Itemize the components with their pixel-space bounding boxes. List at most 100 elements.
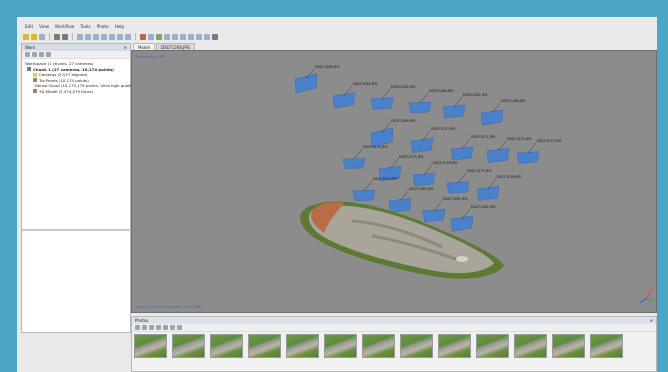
rotate-left-icon[interactable] [149, 325, 154, 330]
remove-photos-icon[interactable] [142, 325, 147, 330]
photo-thumbnail[interactable] [590, 334, 623, 358]
camera-marker[interactable]: DSCF1263.JPG [294, 65, 340, 94]
camera-plane[interactable] [352, 189, 376, 202]
resize-region-icon[interactable] [109, 33, 115, 40]
tree-item-3d-model[interactable]: 3D Model (2,474,579 faces) [25, 89, 130, 95]
camera-marker[interactable]: DSCF1268.JPG [480, 99, 526, 126]
menu-workflow[interactable]: Workflow [55, 23, 74, 31]
wireframe-icon[interactable] [188, 33, 194, 40]
save-icon[interactable] [39, 33, 45, 40]
navigation-icon[interactable] [77, 33, 83, 40]
tab-model[interactable]: Model [133, 43, 156, 50]
photo-thumbnail[interactable] [362, 334, 395, 358]
camera-marker[interactable]: DSCF1282.JPG [450, 205, 496, 232]
camera-plane[interactable] [388, 198, 412, 213]
add-chunk-icon[interactable] [25, 52, 30, 57]
camera-marker[interactable]: DSCF1269.JPG [370, 119, 416, 148]
add-photos-icon[interactable] [32, 52, 37, 57]
enable-camera-icon[interactable] [163, 325, 168, 330]
camera-label: DSCF1275.JPG [399, 155, 424, 159]
point-cloud-icon[interactable] [156, 33, 162, 40]
open-folder-icon[interactable] [31, 33, 37, 40]
camera-marker[interactable]: DSCF1270.JPG [410, 127, 456, 153]
menu-photo[interactable]: Photo [97, 23, 109, 31]
free-form-selection-icon[interactable] [101, 33, 107, 40]
camera-plane[interactable] [370, 97, 394, 110]
disable-camera-icon[interactable] [170, 325, 175, 330]
remove-items-icon[interactable] [39, 52, 44, 57]
photo-thumbnail[interactable] [324, 334, 357, 358]
photo-thumbnail[interactable] [476, 334, 509, 358]
rectangle-selection-icon[interactable] [85, 33, 91, 40]
menu-view[interactable]: View [39, 23, 49, 31]
tab-photo[interactable]: DSCF1266.JPG [156, 43, 195, 50]
photo-thumbnail[interactable] [248, 334, 281, 358]
camera-marker[interactable]: DSCF1280.JPG [388, 187, 434, 213]
move-region-icon[interactable] [117, 33, 123, 40]
close-icon[interactable]: ✕ [124, 44, 127, 51]
add-photos-icon[interactable] [135, 325, 140, 330]
tie-points-icon [33, 78, 37, 83]
camera-plane[interactable] [450, 215, 474, 232]
camera-label: DSCF1273.JPG [537, 139, 562, 143]
shaded-model-icon[interactable] [172, 33, 178, 40]
camera-plane[interactable] [442, 104, 466, 119]
camera-marker[interactable]: DSCF1265.JPG [370, 85, 416, 110]
menu-tools[interactable]: Tools [80, 23, 90, 31]
camera-label: DSCF1278.JPG [497, 175, 522, 179]
camera-plane[interactable] [412, 172, 436, 187]
delete-selection-icon[interactable] [140, 33, 146, 40]
camera-plane[interactable] [332, 92, 356, 109]
camera-plane[interactable] [408, 101, 432, 114]
redo-icon[interactable] [62, 33, 68, 40]
model-viewport[interactable]: DSCF1263.JPG DSCF1264.JPG DSCF1265.JPG DSCF… [131, 50, 657, 313]
photo-thumbnail[interactable] [438, 334, 471, 358]
photo-thumbnail[interactable] [210, 334, 243, 358]
camera-marker[interactable]: DSCF1278.JPG [476, 175, 522, 201]
workspace-settings-icon[interactable] [46, 52, 51, 57]
menu-edit[interactable]: Edit [25, 23, 33, 31]
photo-thumbnail[interactable] [286, 334, 319, 358]
close-icon[interactable]: ✕ [650, 317, 653, 324]
circle-selection-icon[interactable] [93, 33, 99, 40]
dense-cloud-icon[interactable] [164, 33, 170, 40]
camera-marker[interactable]: DSCF1279.JPG [352, 177, 398, 202]
rotate-right-icon[interactable] [156, 325, 161, 330]
camera-plane[interactable] [446, 181, 470, 194]
rotate-region-icon[interactable] [125, 33, 131, 40]
camera-marker[interactable]: DSCF1273.JPG [516, 139, 562, 164]
menu-help[interactable]: Help [115, 23, 125, 31]
camera-plane[interactable] [516, 151, 540, 164]
textured-model-icon[interactable] [196, 33, 202, 40]
photo-thumbnail[interactable] [552, 334, 585, 358]
camera-plane[interactable] [410, 138, 434, 153]
camera-marker[interactable]: DSCF1274.JPG [342, 145, 388, 169]
camera-label: DSCF1263.JPG [315, 65, 340, 69]
camera-plane[interactable] [450, 146, 474, 161]
photo-thumbnail[interactable] [134, 334, 167, 358]
photos-title: Photos [135, 318, 149, 323]
camera-marker[interactable]: DSCF1264.JPG [332, 82, 378, 109]
camera-plane[interactable] [422, 208, 446, 223]
photo-thumbnail[interactable] [172, 334, 205, 358]
solid-model-icon[interactable] [180, 33, 186, 40]
show-cameras-icon[interactable] [204, 33, 210, 40]
reset-view-icon[interactable] [212, 33, 218, 40]
camera-plane[interactable] [486, 148, 510, 163]
camera-plane[interactable] [342, 158, 366, 169]
camera-label: DSCF1264.JPG [353, 82, 378, 86]
photo-thumbnail[interactable] [514, 334, 547, 358]
workspace-toolbar [22, 51, 130, 59]
photo-thumbnail[interactable] [400, 334, 433, 358]
rock-model[interactable] [300, 201, 504, 279]
scene-canvas[interactable]: DSCF1263.JPG DSCF1264.JPG DSCF1265.JPG DSCF… [132, 51, 656, 312]
crop-selection-icon[interactable] [148, 33, 154, 40]
new-project-icon[interactable] [23, 33, 29, 40]
camera-plane[interactable] [480, 109, 504, 126]
view-mode-icon[interactable] [177, 325, 182, 330]
camera-plane[interactable] [476, 186, 500, 201]
camera-marker[interactable]: DSCF1276.JPG [412, 161, 458, 187]
undo-icon[interactable] [54, 33, 60, 40]
camera-plane[interactable] [294, 73, 318, 94]
panel-splitter[interactable] [22, 229, 130, 231]
